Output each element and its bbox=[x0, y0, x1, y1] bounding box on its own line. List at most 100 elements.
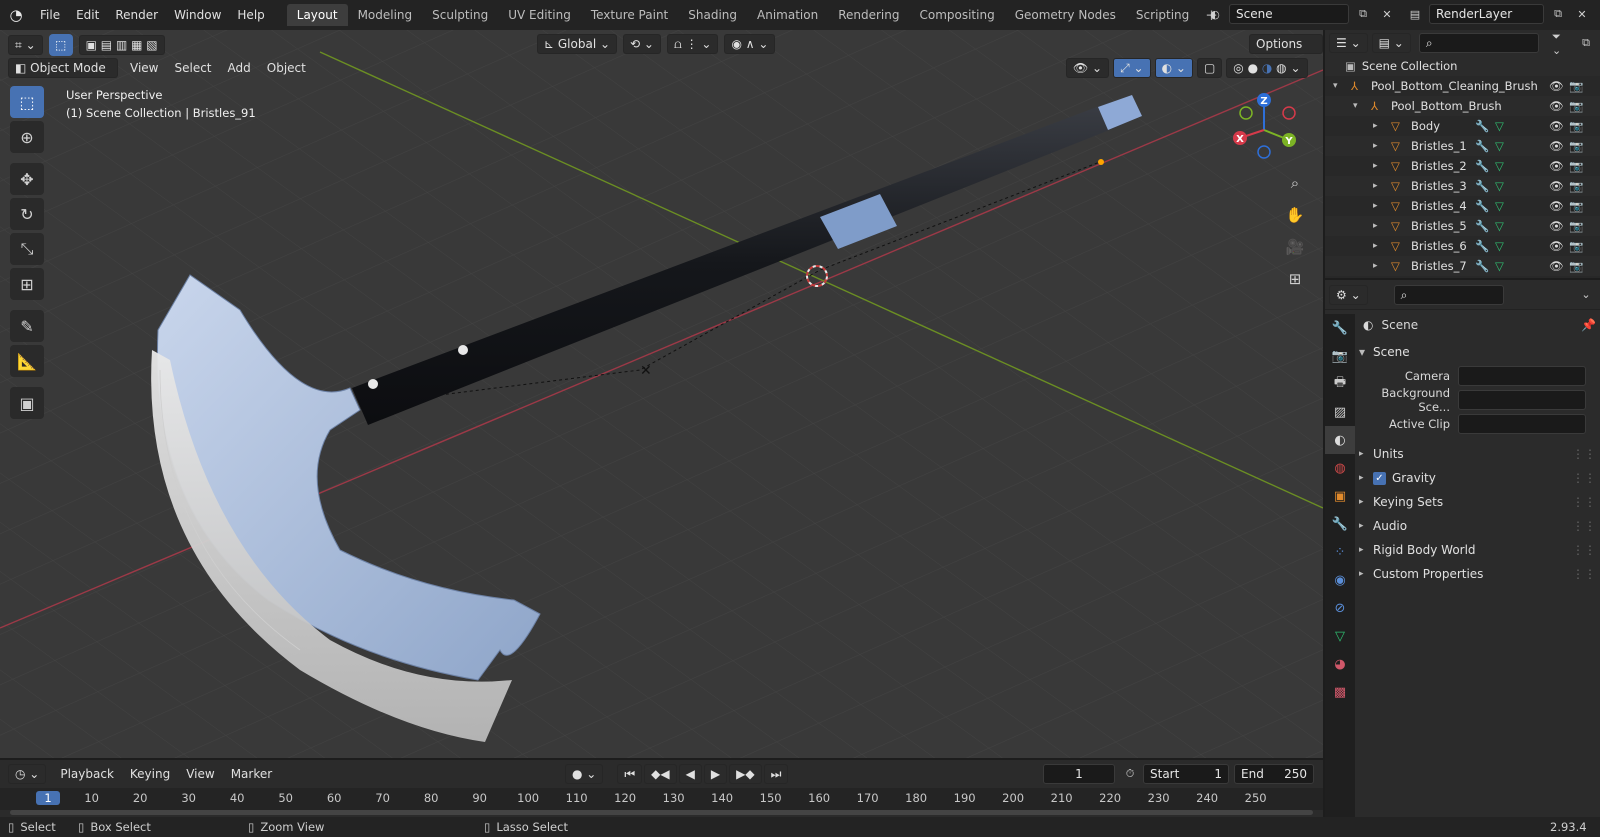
scene-name-field[interactable]: Scene bbox=[1229, 4, 1349, 24]
jump-end-icon[interactable]: ⏭ bbox=[763, 764, 789, 784]
drag-grip-icon[interactable]: ⋮⋮ bbox=[1572, 519, 1596, 533]
render-camera-icon[interactable]: 📷 bbox=[1569, 79, 1583, 93]
mesh-data-icon[interactable]: ▽ bbox=[1495, 179, 1504, 193]
expand-arrow-icon[interactable]: ▾ bbox=[1353, 101, 1371, 111]
timeline-menu-keying[interactable]: Keying bbox=[122, 764, 178, 784]
view-layer-tab-icon[interactable]: ▨ bbox=[1325, 398, 1355, 426]
3d-viewport[interactable]: ✕ Z Y X ⌗ ⌄ ⬚ ▣ ▤ ▥ ▦ ▧ ⊾ Global ⌄ ⟲ ⌄ ⩍… bbox=[0, 30, 1323, 758]
viewport-menu-add[interactable]: Add bbox=[220, 58, 259, 78]
frame-ruler[interactable]: 1 10 20 30 40 50 60 70 80 90 100 110 120 130 140 150 160… bbox=[0, 788, 1323, 810]
render-camera-icon[interactable]: 📷 bbox=[1569, 99, 1583, 113]
tab-sculpting[interactable]: Sculpting bbox=[422, 4, 498, 26]
menu-render[interactable]: Render bbox=[107, 0, 166, 30]
menu-edit[interactable]: Edit bbox=[68, 0, 107, 30]
display-mode-icon[interactable]: ▤ ⌄ bbox=[1371, 33, 1411, 53]
mesh-data-icon[interactable]: ▽ bbox=[1495, 139, 1504, 153]
object-tab-icon[interactable]: ▣ bbox=[1325, 482, 1355, 510]
expand-arrow-icon[interactable]: ▸ bbox=[1373, 121, 1391, 131]
current-frame-field[interactable]: 1 bbox=[1043, 764, 1115, 784]
timeline-menu-marker[interactable]: Marker bbox=[223, 764, 280, 784]
properties-editor-type-icon[interactable]: ⚙ ⌄ bbox=[1329, 284, 1368, 305]
subpanel-keying-sets[interactable]: ▸ Keying Sets ⋮⋮ bbox=[1359, 490, 1596, 514]
current-frame-marker[interactable]: 1 bbox=[36, 791, 60, 805]
pin-icon[interactable]: 📌 bbox=[1581, 318, 1596, 332]
viewport-menu-view[interactable]: View bbox=[122, 58, 166, 78]
outliner-item[interactable]: ▸ ▽ Bristles_2 🔧 ▽ 👁 📷 bbox=[1325, 156, 1600, 176]
tab-layout[interactable]: Layout bbox=[286, 4, 348, 26]
tab-animation[interactable]: Animation bbox=[747, 4, 828, 26]
outliner-item[interactable]: ▸ ▽ Bristles_1 🔧 ▽ 👁 📷 bbox=[1325, 136, 1600, 156]
modifier-icon[interactable]: 🔧 bbox=[1475, 239, 1489, 253]
drag-grip-icon[interactable]: ⋮⋮ bbox=[1572, 543, 1596, 557]
modifier-icon[interactable]: 🔧 bbox=[1475, 179, 1489, 193]
visibility-eye-icon[interactable]: 👁 bbox=[1549, 259, 1564, 273]
view-layer-delete-icon[interactable]: ✕ bbox=[1572, 4, 1592, 24]
outliner-item[interactable]: ▾ ⅄ Pool_Bottom_Brush 👁 📷 bbox=[1325, 96, 1600, 116]
material-tab-icon[interactable]: ◕ bbox=[1325, 650, 1355, 678]
modifier-tab-icon[interactable]: 🔧 bbox=[1325, 510, 1355, 538]
render-camera-icon[interactable]: 📷 bbox=[1569, 139, 1583, 153]
drag-grip-icon[interactable]: ⋮⋮ bbox=[1572, 495, 1596, 509]
expand-arrow-icon[interactable]: ▸ bbox=[1373, 261, 1391, 271]
tab-geometry-nodes[interactable]: Geometry Nodes bbox=[1005, 4, 1126, 26]
tab-rendering[interactable]: Rendering bbox=[828, 4, 909, 26]
mode-dropdown[interactable]: ◧ Object Mode ⌄ bbox=[8, 58, 118, 93]
ortho-toggle-icon[interactable]: ⊞ bbox=[1282, 266, 1308, 292]
subpanel-units[interactable]: ▸ Units ⋮⋮ bbox=[1359, 442, 1596, 466]
mesh-data-icon[interactable]: ▽ bbox=[1495, 219, 1504, 233]
properties-options-icon[interactable]: ⌄ bbox=[1576, 285, 1596, 305]
tab-shading[interactable]: Shading bbox=[678, 4, 747, 26]
visibility-eye-icon[interactable]: 👁 bbox=[1549, 179, 1564, 193]
visibility-eye-icon[interactable]: 👁 bbox=[1549, 159, 1564, 173]
view-layer-name-field[interactable]: RenderLayer bbox=[1429, 4, 1544, 24]
viewport-menu-object[interactable]: Object bbox=[259, 58, 314, 78]
mesh-data-icon[interactable]: ▽ bbox=[1495, 159, 1504, 173]
tab-texture-paint[interactable]: Texture Paint bbox=[581, 4, 678, 26]
add-cube-tool-icon[interactable]: ▣ bbox=[10, 387, 44, 419]
properties-search-input[interactable]: ⌕ bbox=[1393, 284, 1504, 305]
keyframe-toggle-icon[interactable]: ● ⌄ bbox=[565, 764, 604, 784]
mesh-data-icon[interactable]: ▽ bbox=[1495, 259, 1504, 273]
scene-tab-icon[interactable]: ◐ bbox=[1325, 426, 1355, 454]
outliner-search-input[interactable]: ⌕ bbox=[1418, 33, 1539, 53]
field-value[interactable] bbox=[1458, 366, 1586, 386]
jump-start-icon[interactable]: ⏮ bbox=[617, 764, 643, 784]
visibility-eye-icon[interactable]: 👁 bbox=[1549, 199, 1564, 213]
prev-keyframe-icon[interactable]: ◆◀ bbox=[644, 764, 677, 784]
mesh-data-icon[interactable]: ▽ bbox=[1495, 119, 1504, 133]
move-tool-icon[interactable]: ✥ bbox=[10, 163, 44, 195]
visibility-dropdown[interactable]: 👁 ⌄ bbox=[1066, 58, 1110, 78]
scene-browse-icon[interactable]: ◐ bbox=[1205, 4, 1225, 24]
constraints-tab-icon[interactable]: ⊘ bbox=[1325, 594, 1355, 622]
subpanel-custom-properties[interactable]: ▸ Custom Properties ⋮⋮ bbox=[1359, 562, 1596, 586]
proportional-edit-toggle[interactable]: ◉ ∧ ⌄ bbox=[724, 34, 776, 54]
shading-modes[interactable]: ◎ ● ◑ ◍ ⌄ bbox=[1226, 58, 1308, 78]
expand-arrow-icon[interactable]: ▸ bbox=[1373, 241, 1391, 251]
visibility-eye-icon[interactable]: 👁 bbox=[1549, 219, 1564, 233]
snap-toggle[interactable]: ⩍ ⋮ ⌄ bbox=[666, 34, 719, 54]
gravity-checkbox[interactable]: ✓ bbox=[1373, 471, 1386, 485]
transform-orientation-dropdown[interactable]: ⊾ Global ⌄ bbox=[537, 34, 618, 54]
expand-arrow-icon[interactable]: ▸ bbox=[1373, 201, 1391, 211]
outliner-item[interactable]: ▸ ▽ Bristles_6 🔧 ▽ 👁 📷 bbox=[1325, 236, 1600, 256]
render-camera-icon[interactable]: 📷 bbox=[1569, 199, 1583, 213]
filter-icon[interactable]: ⏷ ⌄ bbox=[1552, 30, 1572, 57]
scene-new-icon[interactable]: ⧉ bbox=[1353, 4, 1373, 24]
texture-tab-icon[interactable]: ▩ bbox=[1325, 678, 1355, 706]
tab-scripting[interactable]: Scripting bbox=[1126, 4, 1199, 26]
tab-uv-editing[interactable]: UV Editing bbox=[498, 4, 581, 26]
blender-logo-icon[interactable]: ◔ bbox=[0, 6, 32, 24]
drag-grip-icon[interactable]: ⋮⋮ bbox=[1572, 447, 1596, 461]
outliner-item[interactable]: ▸ ▽ Bristles_7 🔧 ▽ 👁 📷 bbox=[1325, 256, 1600, 276]
editor-type-icon[interactable]: ⌗ ⌄ bbox=[8, 35, 43, 55]
cursor-tool-icon[interactable]: ⊕ bbox=[10, 121, 44, 153]
render-camera-icon[interactable]: 📷 bbox=[1569, 259, 1583, 273]
expand-arrow-icon[interactable]: ▸ bbox=[1373, 161, 1391, 171]
outliner-root[interactable]: ▣ Scene Collection bbox=[1325, 56, 1600, 76]
timeline-menu-playback[interactable]: Playback bbox=[52, 764, 122, 784]
view-layer-browse-icon[interactable]: ▤ bbox=[1405, 4, 1425, 24]
modifier-icon[interactable]: 🔧 bbox=[1475, 199, 1489, 213]
tool-tab-icon[interactable]: 🔧 bbox=[1325, 314, 1355, 342]
play-icon[interactable]: ▶ bbox=[703, 764, 728, 784]
timeline-scrollbar[interactable] bbox=[10, 810, 1313, 815]
